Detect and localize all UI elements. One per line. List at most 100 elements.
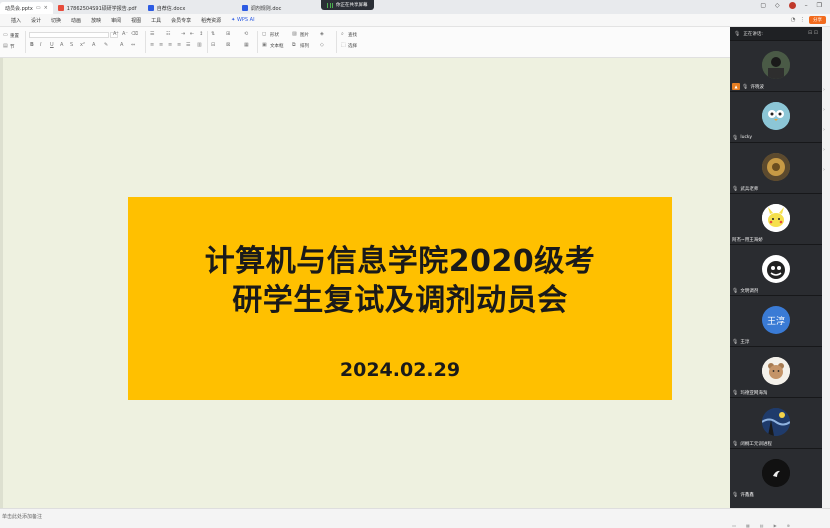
italic-icon[interactable]: I xyxy=(40,42,41,48)
chevron-icon[interactable]: › xyxy=(823,127,825,133)
menu-resources[interactable]: 稻壳资源 xyxy=(196,17,226,24)
fill-icon[interactable]: ◈ xyxy=(320,31,324,37)
tab-menu-icon[interactable]: ▭ xyxy=(36,5,41,11)
menu-review[interactable]: 审阅 xyxy=(106,17,126,24)
font-color-icon[interactable]: A xyxy=(120,42,123,48)
minimize-icon[interactable]: – xyxy=(805,2,808,9)
tab-doc[interactable]: 调剂规则.doc xyxy=(237,2,327,14)
font-shrink-icon[interactable]: A⁻ xyxy=(122,31,128,37)
strikethrough-icon[interactable]: A xyxy=(60,42,63,48)
justify-icon[interactable]: ≡ xyxy=(177,42,181,48)
notes-hint[interactable]: 单击此处添加备注 xyxy=(2,513,42,520)
more-icon[interactable]: ⋮ xyxy=(800,17,806,23)
align-right-icon[interactable]: ≡ xyxy=(168,42,172,48)
select-button[interactable]: 选择 xyxy=(348,43,357,49)
superscript-icon[interactable]: S xyxy=(70,42,73,48)
select-icon[interactable]: ⬚ xyxy=(341,42,346,48)
view-normal-icon[interactable]: ▭ xyxy=(732,523,736,528)
participant-tile[interactable]: 王淳 🎙 王淳 xyxy=(730,295,822,346)
zoom-icon[interactable]: ⊕ xyxy=(787,523,790,528)
chevron-icon[interactable]: › xyxy=(823,147,825,153)
tab-pptx[interactable]: 动员会.pptx ▭ × xyxy=(0,2,53,14)
outdent-icon[interactable]: ⇤ xyxy=(190,31,194,37)
view-sorter-icon[interactable]: ▦ xyxy=(746,523,750,528)
bullet-list-icon[interactable]: ☰ xyxy=(150,31,154,37)
outline-icon[interactable]: ◇ xyxy=(320,42,324,48)
participant-label: ▲ 🎙 许晓波 xyxy=(732,83,764,90)
char-spacing-icon[interactable]: ⇔ xyxy=(131,42,135,48)
participant-tile[interactable]: 🎙 武兵老师 xyxy=(730,142,822,193)
arrange-button[interactable]: 排列 xyxy=(300,43,309,49)
highlight-icon[interactable]: ✎ xyxy=(104,42,108,48)
participant-tile[interactable]: 🎙 玛德亚网海淘 xyxy=(730,346,822,397)
slide[interactable]: 计算机与信息学院2020级考 研学生复试及调剂动员会 2024.02.29 xyxy=(128,197,672,400)
convert-icon[interactable]: ⟲ xyxy=(244,31,248,37)
menu-insert[interactable]: 插入 xyxy=(6,17,26,24)
shape-icon[interactable]: ◻ xyxy=(262,31,266,37)
tab-docx[interactable]: 自荐信.docx xyxy=(143,2,237,14)
slideshow-icon[interactable]: ▶ xyxy=(774,523,777,528)
participant-tile[interactable]: 🎙 闭桐工元训进程 xyxy=(730,397,822,448)
screen-share-indicator[interactable]: 你正在共享屏幕 xyxy=(321,0,374,10)
distribute-icon[interactable]: ☰ xyxy=(186,42,190,48)
participant-tile[interactable]: 🎙 文明调剂 xyxy=(730,244,822,295)
font-grow-icon[interactable]: A⁺ xyxy=(113,31,119,37)
picture-button[interactable]: 图片 xyxy=(300,32,309,38)
share-button[interactable]: 分享 xyxy=(809,16,826,24)
view-reading-icon[interactable]: ▤ xyxy=(760,523,764,528)
microphone-icon: 🎙 xyxy=(742,83,749,90)
number-list-icon[interactable]: ☷ xyxy=(166,31,170,37)
reset-icon[interactable]: ▭ xyxy=(3,32,8,38)
columns-icon[interactable]: ▥ xyxy=(197,42,202,48)
participant-tile[interactable]: 阿杰~用王海娇 xyxy=(730,193,822,244)
chevron-icon[interactable]: › xyxy=(823,167,825,173)
chevron-icon[interactable]: › xyxy=(823,107,825,113)
text-fit-icon[interactable]: ⊠ xyxy=(226,42,230,48)
menu-tools[interactable]: 工具 xyxy=(146,17,166,24)
indent-icon[interactable]: ⇥ xyxy=(181,31,185,37)
menu-transition[interactable]: 切换 xyxy=(46,17,66,24)
restore-icon[interactable]: ❐ xyxy=(817,2,822,9)
comment-icon[interactable]: ◔ xyxy=(791,17,796,23)
close-icon[interactable]: × xyxy=(44,5,48,11)
clear-format-icon[interactable]: ⌫ xyxy=(131,31,138,37)
panel-controls-icon[interactable]: ⊟ ⊡ xyxy=(808,30,818,36)
menu-view[interactable]: 视图 xyxy=(126,17,146,24)
align-left-icon[interactable]: ≡ xyxy=(150,42,154,48)
subscript-icon[interactable]: x² xyxy=(80,42,85,48)
menu-animation[interactable]: 动画 xyxy=(66,17,86,24)
text-shadow-icon[interactable]: A xyxy=(92,42,95,48)
participant-tile[interactable]: 🎙 lucky xyxy=(730,91,822,142)
smart-shape-icon[interactable]: ⊞ xyxy=(226,31,230,37)
menu-wps-ai[interactable]: ✦ WPS AI xyxy=(226,17,259,23)
underline-icon[interactable]: U xyxy=(50,42,54,48)
picture-icon[interactable]: ▨ xyxy=(292,31,297,37)
menu-design[interactable]: 设计 xyxy=(26,17,46,24)
window-icon[interactable]: ▢ xyxy=(760,2,766,9)
shape-button[interactable]: 形状 xyxy=(270,32,279,38)
wrap-icon[interactable]: ▦ xyxy=(244,42,249,48)
tab-pdf[interactable]: 17862504S91硕研学报告.pdf xyxy=(53,2,143,14)
reset-button[interactable]: 重置 xyxy=(10,33,19,39)
participant-tile[interactable]: 🎙 许鑫鑫 xyxy=(730,448,822,508)
textbox-button[interactable]: 文本框 xyxy=(270,43,284,49)
skin-icon[interactable]: ◇ xyxy=(775,2,780,9)
text-direction-icon[interactable]: ⇅ xyxy=(211,31,215,37)
line-spacing-icon[interactable]: ↕ xyxy=(199,31,203,37)
arrange-icon[interactable]: ⧉ xyxy=(292,42,296,48)
participant-tile[interactable]: ▲ 🎙 许晓波 xyxy=(730,40,822,91)
find-button[interactable]: 查找 xyxy=(348,32,357,38)
text-align-icon[interactable]: ⊟ xyxy=(211,42,215,48)
bold-icon[interactable]: B xyxy=(30,42,34,48)
menu-slideshow[interactable]: 放映 xyxy=(86,17,106,24)
search-icon[interactable]: ⌕ xyxy=(341,31,344,37)
thumbnail-pane-edge[interactable] xyxy=(0,58,3,508)
align-center-icon[interactable]: ≡ xyxy=(159,42,163,48)
avatar[interactable] xyxy=(788,2,796,9)
menu-member[interactable]: 会员专享 xyxy=(166,17,196,24)
font-name-select[interactable] xyxy=(29,32,109,38)
chevron-icon[interactable]: › xyxy=(823,87,825,93)
textbox-icon[interactable]: ▣ xyxy=(262,42,267,48)
section-icon[interactable]: ▤ xyxy=(3,43,8,49)
section-button[interactable]: 节 xyxy=(10,44,15,50)
